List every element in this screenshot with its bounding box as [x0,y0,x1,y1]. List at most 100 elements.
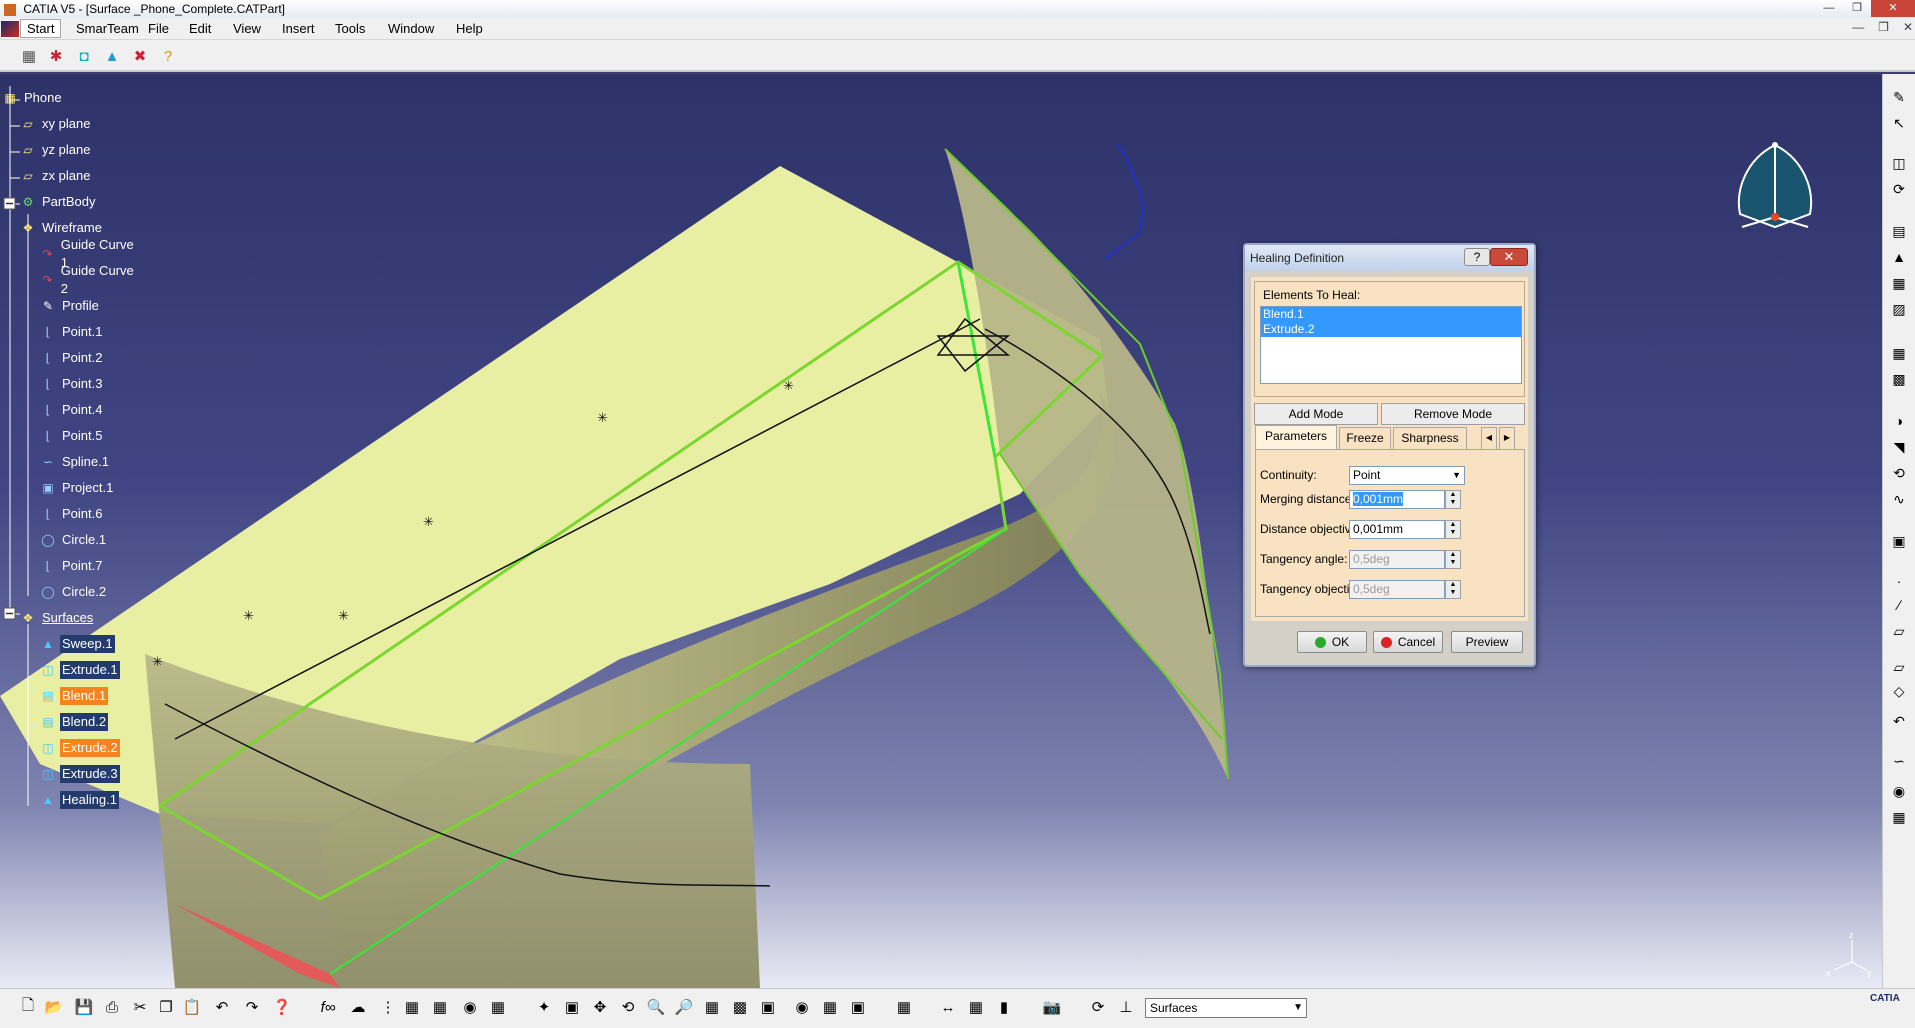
normal-view-icon[interactable]: ▦ [700,995,724,1019]
tab-scroll-left-icon[interactable]: ◀ [1481,427,1497,449]
tab-freeze[interactable]: Freeze [1339,427,1391,449]
merging-distance-input[interactable]: 0,001mm [1349,490,1445,509]
fly-mode-icon[interactable]: ✦ [532,995,556,1019]
tree-node-healing-1[interactable]: ▲ Healing.1 [40,790,119,810]
axis-system-icon[interactable]: ⊥ [1114,995,1138,1019]
tree-node-point-2[interactable]: ⌊ Point.2 [40,348,104,368]
copy-icon[interactable]: ❐ [154,995,178,1019]
save-icon[interactable]: 💾 [72,995,96,1019]
fillet-icon[interactable]: ◑ [1888,410,1910,432]
3d-viewport[interactable]: ✳ ✳ ✳ ✳ ✳ ✳ z x y ▦ Phone ▱ xy plane ▱ y… [0,74,1882,988]
rotate-view-icon[interactable]: ⟲ [616,995,640,1019]
tree-node-circle-1[interactable]: ◯ Circle.1 [40,530,108,550]
fill-icon[interactable]: ▦ [1888,272,1910,294]
design-table-icon[interactable]: ▦ [400,995,424,1019]
capture-icon[interactable]: 📷 [1040,995,1064,1019]
swap-space-icon[interactable]: ▦ [892,995,916,1019]
tab-sharpness[interactable]: Sharpness [1393,427,1467,449]
menu-file[interactable]: File [148,21,169,36]
tree-node-point-6[interactable]: ⌊ Point.6 [40,504,104,524]
tree-node-guide-curve-2[interactable]: ↷ Guide Curve 2 [40,263,140,296]
tree-node-profile[interactable]: ✎ Profile [40,296,101,316]
smarteam-checkout-icon[interactable]: ✖ [129,45,151,67]
battery-icon[interactable]: ▮ [992,995,1016,1019]
tree-node-extrude-2[interactable]: ◫ Extrude.2 [40,738,120,758]
projection-icon[interactable]: ▱ [1888,656,1910,678]
extrapolate-icon[interactable]: ∿ [1888,488,1910,510]
tree-node-point-3[interactable]: ⌊ Point.3 [40,374,104,394]
spline-tool-icon[interactable]: ∽ [1888,750,1910,772]
print-icon[interactable]: ⎙ [100,995,124,1019]
distance-objective-input[interactable]: 0,001mm [1349,520,1445,539]
cut-icon[interactable]: ✂ [128,995,152,1019]
list-item[interactable]: Extrude.2 [1261,322,1521,337]
circle-tool-icon[interactable]: ↶ [1888,710,1910,732]
tree-node-partbody[interactable]: ⚙ PartBody [20,192,97,212]
iso-view-icon[interactable]: ▣ [756,995,780,1019]
menu-insert[interactable]: Insert [282,21,315,36]
plane-tool-icon[interactable]: ▱ [1888,620,1910,642]
smarteam-save-icon[interactable]: ✱ [45,45,67,67]
preview-button[interactable]: Preview [1451,631,1523,653]
paste-icon[interactable]: 📋 [180,995,204,1019]
tree-node-point-4[interactable]: ⌊ Point.4 [40,400,104,420]
blend-tool-icon[interactable]: ▨ [1888,298,1910,320]
dialog-close-button[interactable]: ✕ [1490,248,1528,266]
tree-node-guide-curve-1[interactable]: ↷ Guide Curve 1 [40,237,140,270]
distance-objective-spinner[interactable]: ▲ ▼ [1445,520,1461,539]
workbench-select[interactable]: Surfaces ▼ [1145,998,1307,1018]
smarteam-db-icon[interactable]: ▦ [18,45,40,67]
line-tool-icon[interactable]: ∕ [1888,594,1910,616]
doc-minimize-button[interactable]: — [1852,20,1864,34]
translate-icon[interactable]: ◥ [1888,436,1910,458]
menu-help[interactable]: Help [456,21,483,36]
tree-node-wireframe[interactable]: ❖ Wireframe [20,218,104,238]
knowledge-icon[interactable]: ☁ [346,995,370,1019]
law-icon[interactable]: ⋮ [376,995,400,1019]
menu-view[interactable]: View [233,21,261,36]
tree-node-circle-2[interactable]: ◯ Circle.2 [40,582,108,602]
menu-tools[interactable]: Tools [335,21,365,36]
cancel-button[interactable]: Cancel [1373,631,1443,653]
select-icon[interactable]: ↖ [1888,112,1910,134]
smarteam-lifecycle-icon[interactable]: ◘ [73,45,95,67]
split-icon[interactable]: ▩ [1888,368,1910,390]
doc-restore-button[interactable]: ❐ [1878,20,1889,34]
menu-window[interactable]: Window [388,21,434,36]
smarteam-checkin-icon[interactable]: ▲ [101,45,123,67]
split-view-icon[interactable]: ↔ [936,995,960,1019]
remove-mode-button[interactable]: Remove Mode [1381,403,1525,425]
tree-node-blend-1[interactable]: ▤ Blend.1 [40,686,109,706]
catalog-icon[interactable]: ▦ [428,995,452,1019]
fit-all-icon[interactable]: ▣ [560,995,584,1019]
doc-close-button[interactable]: ✕ [1903,20,1913,34]
tree-node-zx-plane[interactable]: ▱ zx plane [20,166,92,186]
table-icon[interactable]: ▦ [1888,806,1910,828]
menu-smarteam[interactable]: SmarTeam [76,21,139,36]
continuity-select[interactable]: Point ▼ [1349,466,1465,485]
tree-node-extrude-1[interactable]: ◫ Extrude.1 [40,660,120,680]
hide-show-icon[interactable]: ▣ [846,995,870,1019]
tree-node-point-5[interactable]: ⌊ Point.5 [40,426,104,446]
shading-icon[interactable]: ◉ [790,995,814,1019]
open-folder-icon[interactable]: 📂 [42,995,66,1019]
offset-icon[interactable]: ▤ [1888,220,1910,242]
zoom-in-icon[interactable]: 🔍 [644,995,668,1019]
shading-edges-icon[interactable]: ▦ [818,995,842,1019]
new-file-icon[interactable]: 🗋 [16,995,40,1019]
point-tool-icon[interactable]: · [1888,570,1910,592]
tree-node-project-1[interactable]: ▣ Project.1 [40,478,115,498]
tree-node-yz-plane[interactable]: ▱ yz plane [20,140,92,160]
zoom-out-icon[interactable]: 🔎 [672,995,696,1019]
sketch-tool-icon[interactable]: ▣ [1888,530,1910,552]
rotate-icon[interactable]: ⟲ [1888,462,1910,484]
multi-view-icon[interactable]: ▩ [728,995,752,1019]
measure-icon[interactable]: ▦ [486,995,510,1019]
elements-list[interactable]: Blend.1 Extrude.2 [1260,306,1522,384]
revolve-icon[interactable]: ⟳ [1888,178,1910,200]
tab-parameters[interactable]: Parameters [1255,425,1337,449]
analysis-icon[interactable]: ◉ [1888,780,1910,802]
sketcher-icon[interactable]: ✎ [1888,86,1910,108]
undo-icon[interactable]: ↶ [210,995,234,1019]
tree-node-extrude-3[interactable]: ◫ Extrude.3 [40,764,120,784]
